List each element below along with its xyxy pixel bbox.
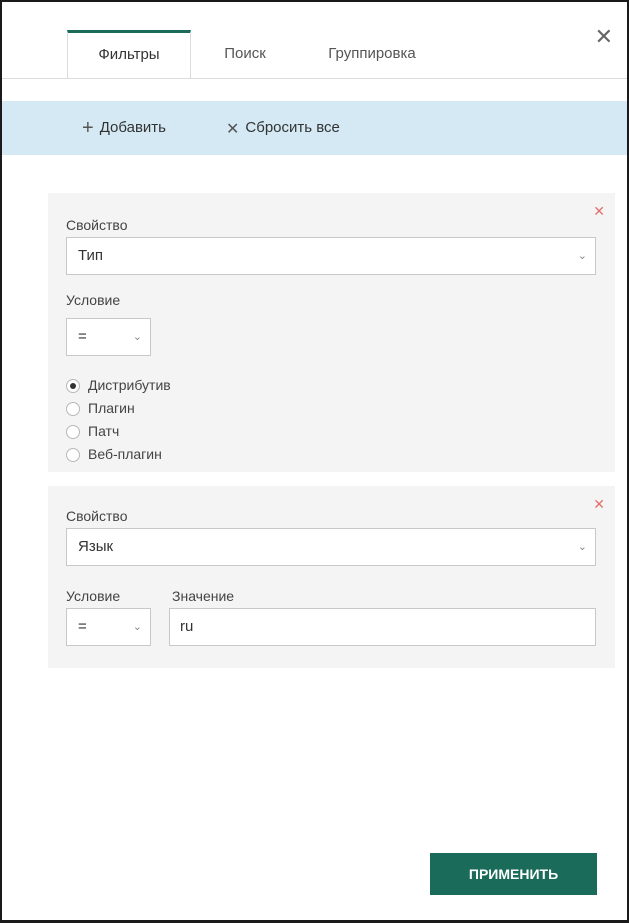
close-icon: ✕ [226,121,240,138]
tab-grouping[interactable]: Группировка [307,32,437,76]
add-filter-button[interactable]: + Добавить [82,101,166,155]
apply-button[interactable]: ПРИМЕНИТЬ [430,853,597,895]
reset-all-label: Сбросить все [245,119,340,136]
chevron-down-icon: ⌄ [577,541,587,553]
value-input[interactable]: ru [169,608,596,646]
property-value: Язык [78,538,114,555]
tab-filters[interactable]: Фильтры [67,30,191,78]
value-label: Значение [172,588,235,604]
condition-value: = [78,328,87,345]
property-select[interactable]: Тип ⌄ [66,237,596,275]
filter-card: ✕ Свойство Тип ⌄ Условие = ⌄ Дистрибутив… [48,193,615,472]
property-select[interactable]: Язык ⌄ [66,528,596,566]
condition-label: Условие [66,292,121,308]
condition-select[interactable]: = ⌄ [66,318,151,356]
radio-option-label: Патч [88,423,120,439]
tab-bar: Фильтры Поиск Группировка ✕ [2,2,627,79]
property-label: Свойство [66,217,128,233]
filter-card: ✕ Свойство Язык ⌄ Условие = ⌄ Значение r… [48,486,615,668]
radio-option-label: Плагин [88,400,135,416]
toolbar: + Добавить ✕ Сбросить все [2,101,627,155]
reset-all-button[interactable]: ✕ Сбросить все [226,101,340,155]
chevron-down-icon: ⌄ [132,331,142,343]
chevron-down-icon: ⌄ [132,621,142,633]
radio-button[interactable] [66,448,80,462]
value-text: ru [180,618,194,635]
property-label: Свойство [66,508,128,524]
add-filter-label: Добавить [99,119,166,136]
tab-search[interactable]: Поиск [202,32,288,76]
remove-filter-icon[interactable]: ✕ [593,203,605,220]
condition-select[interactable]: = ⌄ [66,608,151,646]
property-value: Тип [78,247,104,264]
condition-value: = [78,618,87,635]
condition-label: Условие [66,588,121,604]
radio-option-label: Веб-плагин [88,446,162,462]
chevron-down-icon: ⌄ [577,250,587,262]
filter-panel: Фильтры Поиск Группировка ✕ + Добавить ✕ С… [0,0,629,923]
plus-icon: + [82,117,94,139]
remove-filter-icon[interactable]: ✕ [593,496,605,513]
radio-button-checked[interactable] [66,379,80,393]
radio-button[interactable] [66,425,80,439]
close-icon[interactable]: ✕ [595,26,613,48]
radio-option-label: Дистрибутив [88,377,171,393]
radio-button[interactable] [66,402,80,416]
